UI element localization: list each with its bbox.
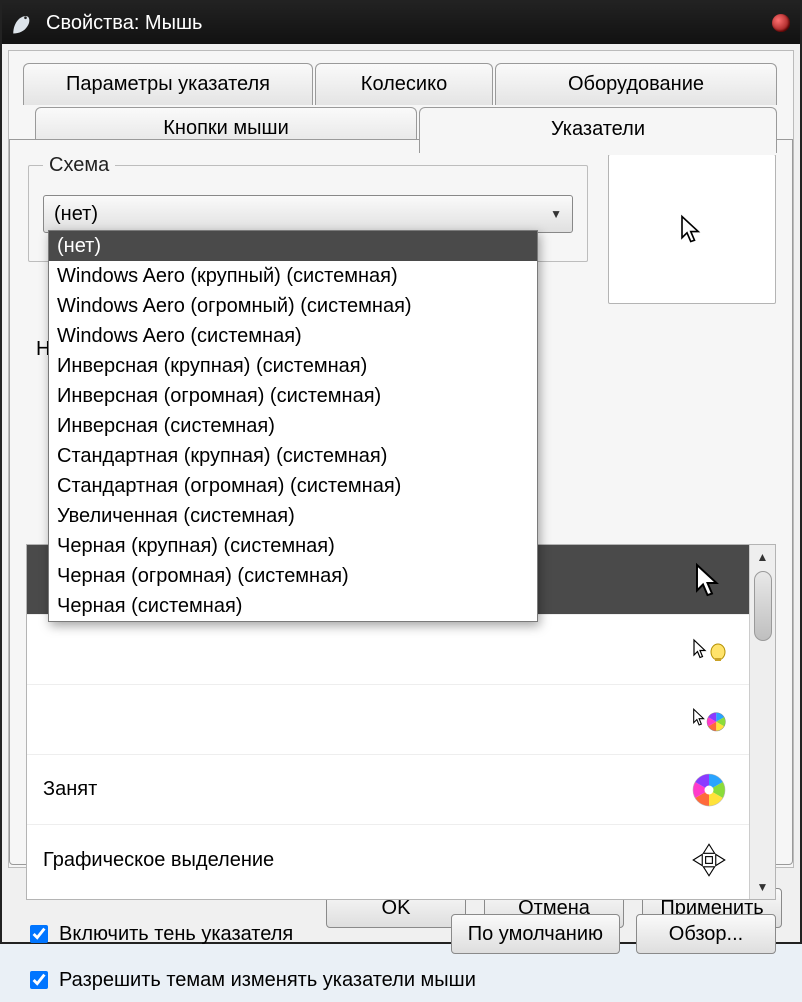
checkbox-shadow-input[interactable] bbox=[30, 925, 48, 943]
scheme-combobox[interactable]: (нет) ▼ bbox=[43, 195, 573, 233]
dropdown-option[interactable]: Windows Aero (системная) bbox=[49, 321, 537, 351]
tab-page-pointers: Схема (нет) ▼ На (нет) Windows Aero (кру… bbox=[9, 139, 793, 865]
dropdown-option[interactable]: Черная (системная) bbox=[49, 591, 537, 621]
dropdown-option[interactable]: Стандартная (огромная) (системная) bbox=[49, 471, 537, 501]
list-item[interactable] bbox=[27, 685, 749, 755]
tab-pointers[interactable]: Указатели bbox=[419, 107, 777, 153]
close-button[interactable] bbox=[772, 14, 790, 32]
scroll-thumb[interactable] bbox=[754, 571, 772, 641]
cursor-arrow-icon bbox=[685, 556, 733, 604]
cursor-precision-icon bbox=[685, 836, 733, 884]
window-title: Свойства: Мышь bbox=[46, 12, 202, 35]
dropdown-option[interactable]: Инверсная (крупная) (системная) bbox=[49, 351, 537, 381]
dropdown-option[interactable]: Увеличенная (системная) bbox=[49, 501, 537, 531]
cursor-help-icon bbox=[685, 626, 733, 674]
dropdown-option[interactable]: Черная (огромная) (системная) bbox=[49, 561, 537, 591]
app-icon bbox=[8, 9, 36, 37]
browse-button[interactable]: Обзор... bbox=[636, 914, 776, 954]
tab-hardware[interactable]: Оборудование bbox=[495, 63, 777, 105]
dropdown-option[interactable]: Черная (крупная) (системная) bbox=[49, 531, 537, 561]
tab-pointer-options[interactable]: Параметры указателя bbox=[23, 63, 313, 105]
dropdown-option[interactable]: (нет) bbox=[49, 231, 537, 261]
list-item[interactable] bbox=[27, 615, 749, 685]
dropdown-option[interactable]: Windows Aero (огромный) (системная) bbox=[49, 291, 537, 321]
cursor-busy-icon bbox=[685, 766, 733, 814]
defaults-button[interactable]: По умолчанию bbox=[451, 914, 620, 954]
dialog-window: Свойства: Мышь Параметры указателя Колес… bbox=[0, 0, 802, 944]
dropdown-option[interactable]: Windows Aero (крупный) (системная) bbox=[49, 261, 537, 291]
scroll-up-icon[interactable]: ▲ bbox=[757, 549, 769, 565]
dropdown-option[interactable]: Инверсная (системная) bbox=[49, 411, 537, 441]
titlebar[interactable]: Свойства: Мышь bbox=[2, 2, 800, 44]
scheme-dropdown-list[interactable]: (нет) Windows Aero (крупный) (системная)… bbox=[48, 230, 538, 622]
cursor-working-icon bbox=[685, 696, 733, 744]
client-area: Параметры указателя Колесико Оборудовани… bbox=[8, 50, 794, 868]
dropdown-option[interactable]: Инверсная (огромная) (системная) bbox=[49, 381, 537, 411]
scroll-down-icon[interactable]: ▼ bbox=[757, 879, 769, 895]
scheme-selected-value: (нет) bbox=[54, 203, 98, 226]
list-item[interactable]: Графическое выделение bbox=[27, 825, 749, 895]
chevron-down-icon: ▼ bbox=[550, 207, 562, 221]
scrollbar[interactable]: ▲ ▼ bbox=[749, 545, 775, 899]
scheme-legend: Схема bbox=[43, 154, 115, 177]
list-item[interactable]: Занят bbox=[27, 755, 749, 825]
dropdown-option[interactable]: Стандартная (крупная) (системная) bbox=[49, 441, 537, 471]
cursor-preview bbox=[608, 154, 776, 304]
checkbox-shadow[interactable]: Включить тень указателя bbox=[26, 922, 293, 946]
checkbox-themes-input[interactable] bbox=[30, 971, 48, 989]
tab-wheel[interactable]: Колесико bbox=[315, 63, 493, 105]
checkbox-themes[interactable]: Разрешить темам изменять указатели мыши bbox=[26, 968, 776, 992]
